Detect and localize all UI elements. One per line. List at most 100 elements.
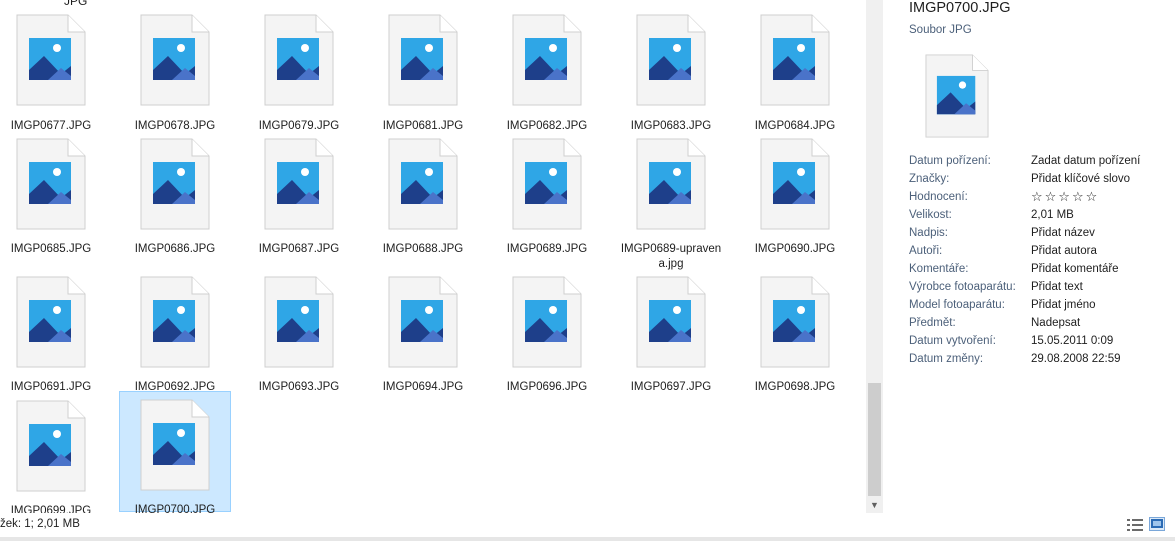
image-file-icon (388, 138, 458, 233)
file-item[interactable]: IMGP0678.JPG (119, 13, 231, 132)
property-label: Výrobce fotoaparátu: (909, 281, 1016, 293)
property-label: Autoři: (909, 245, 943, 257)
file-name: IMGP0678.JPG (134, 120, 216, 132)
property-value[interactable]: Přidat komentáře (1031, 261, 1119, 277)
window-bottom-edge (0, 537, 1175, 541)
image-file-icon (264, 14, 334, 109)
property-label: Datum vytvoření: (909, 335, 996, 347)
details-file-name: IMGP0700.JPG (909, 0, 1011, 16)
file-item[interactable]: IMGP0684.JPG (739, 13, 851, 132)
image-file-icon (16, 138, 86, 233)
file-item[interactable]: IMGP0693.JPG (243, 275, 355, 393)
file-item[interactable]: IMGP0696.JPG (491, 275, 603, 393)
property-label: Značky: (909, 173, 950, 185)
vertical-scrollbar[interactable]: ▼ (866, 0, 883, 513)
file-name: IMGP0689.JPG (506, 243, 588, 255)
status-text: žek: 1; 2,01 MB (0, 518, 80, 530)
property-label: Velikost: (909, 209, 952, 221)
file-list: JPG IMGP0677.JPG IMGP0678.JPG IMGP0679.J… (0, 0, 866, 513)
file-item[interactable]: IMGP0685.JPG (0, 137, 107, 255)
file-name: IMGP0685.JPG (10, 243, 92, 255)
details-pane: IMGP0700.JPG Soubor JPG Datum pořízení: Z… (885, 0, 1175, 513)
file-name: IMGP0684.JPG (754, 120, 836, 132)
property-value[interactable]: Přidat jméno (1031, 297, 1096, 313)
property-value[interactable]: 2,01 MB (1031, 207, 1074, 223)
file-item[interactable]: IMGP0687.JPG (243, 137, 355, 255)
image-file-icon (16, 14, 86, 109)
image-file-icon (140, 138, 210, 233)
property-value[interactable]: Přidat text (1031, 279, 1083, 295)
file-item[interactable]: IMGP0688.JPG (367, 137, 479, 255)
file-name: IMGP0679.JPG (258, 120, 340, 132)
image-file-icon (140, 276, 210, 371)
property-value[interactable]: Přidat klíčové slovo (1031, 171, 1130, 187)
file-item[interactable]: IMGP0692.JPG (119, 275, 231, 393)
property-value[interactable]: Zadat datum pořízení (1031, 153, 1140, 169)
image-file-icon (388, 276, 458, 371)
file-name: IMGP0699.JPG (10, 505, 92, 513)
image-file-icon (760, 138, 830, 233)
property-label: Nadpis: (909, 227, 948, 239)
file-name: IMGP0693.JPG (258, 381, 340, 393)
file-name: IMGP0681.JPG (382, 120, 464, 132)
file-item[interactable]: IMGP0694.JPG (367, 275, 479, 393)
file-item[interactable]: IMGP0690.JPG (739, 137, 851, 255)
file-item[interactable]: IMGP0686.JPG (119, 137, 231, 255)
file-name: IMGP0683.JPG (630, 120, 712, 132)
file-item[interactable]: IMGP0677.JPG (0, 13, 107, 132)
image-file-icon (512, 14, 582, 109)
file-item[interactable]: IMGP0697.JPG (615, 275, 727, 393)
file-item[interactable]: IMGP0698.JPG (739, 275, 851, 393)
rating-stars[interactable]: ☆☆☆☆☆ (1031, 189, 1099, 205)
file-name: IMGP0694.JPG (382, 381, 464, 393)
image-file-icon (636, 138, 706, 233)
file-item[interactable]: IMGP0682.JPG (491, 13, 603, 132)
details-view-icon[interactable] (1127, 519, 1143, 531)
image-file-icon (760, 14, 830, 109)
property-value[interactable]: Nadepsat (1031, 315, 1080, 331)
file-name: IMGP0698.JPG (754, 381, 836, 393)
file-item[interactable]: IMGP0700.JPG (119, 391, 231, 513)
image-file-icon (760, 276, 830, 371)
property-value[interactable]: Přidat autora (1031, 243, 1097, 259)
property-label: Komentáře: (909, 263, 969, 275)
details-file-type: Soubor JPG (909, 24, 972, 36)
property-label: Datum změny: (909, 353, 984, 365)
file-name: IMGP0689-upravena.jpg (620, 243, 722, 270)
image-file-icon (636, 276, 706, 371)
partial-file-label: JPG (64, 0, 88, 8)
file-name: IMGP0697.JPG (630, 381, 712, 393)
property-label: Datum pořízení: (909, 155, 991, 167)
file-name: IMGP0696.JPG (506, 381, 588, 393)
large-icons-view-icon[interactable] (1149, 517, 1165, 531)
image-file-icon (512, 138, 582, 233)
file-name: IMGP0682.JPG (506, 120, 588, 132)
property-value[interactable]: 29.08.2008 22:59 (1031, 351, 1121, 367)
image-file-icon (140, 399, 210, 494)
status-bar: žek: 1; 2,01 MB (0, 513, 1175, 537)
image-file-icon (264, 138, 334, 233)
file-item[interactable]: IMGP0691.JPG (0, 275, 107, 393)
scrollbar-thumb[interactable] (868, 383, 881, 496)
file-name: IMGP0686.JPG (134, 243, 216, 255)
file-name: IMGP0687.JPG (258, 243, 340, 255)
file-item[interactable]: IMGP0683.JPG (615, 13, 727, 132)
property-value[interactable]: Přidat název (1031, 225, 1095, 241)
image-file-icon (512, 276, 582, 371)
file-item[interactable]: IMGP0681.JPG (367, 13, 479, 132)
file-name: IMGP0690.JPG (754, 243, 836, 255)
image-file-icon (16, 276, 86, 371)
image-file-icon (264, 276, 334, 371)
file-item[interactable]: IMGP0689-upravena.jpg (615, 137, 727, 270)
details-image-file-icon (925, 54, 989, 141)
file-item[interactable]: IMGP0679.JPG (243, 13, 355, 132)
property-label: Předmět: (909, 317, 956, 329)
file-name: IMGP0677.JPG (10, 120, 92, 132)
file-item[interactable]: IMGP0689.JPG (491, 137, 603, 255)
image-file-icon (636, 14, 706, 109)
property-label: Model fotoaparátu: (909, 299, 1005, 311)
scroll-down-arrow-icon[interactable]: ▼ (866, 497, 883, 513)
property-value[interactable]: 15.05.2011 0:09 (1031, 333, 1113, 349)
file-item[interactable]: IMGP0699.JPG (0, 392, 107, 513)
property-label: Hodnocení: (909, 191, 968, 203)
